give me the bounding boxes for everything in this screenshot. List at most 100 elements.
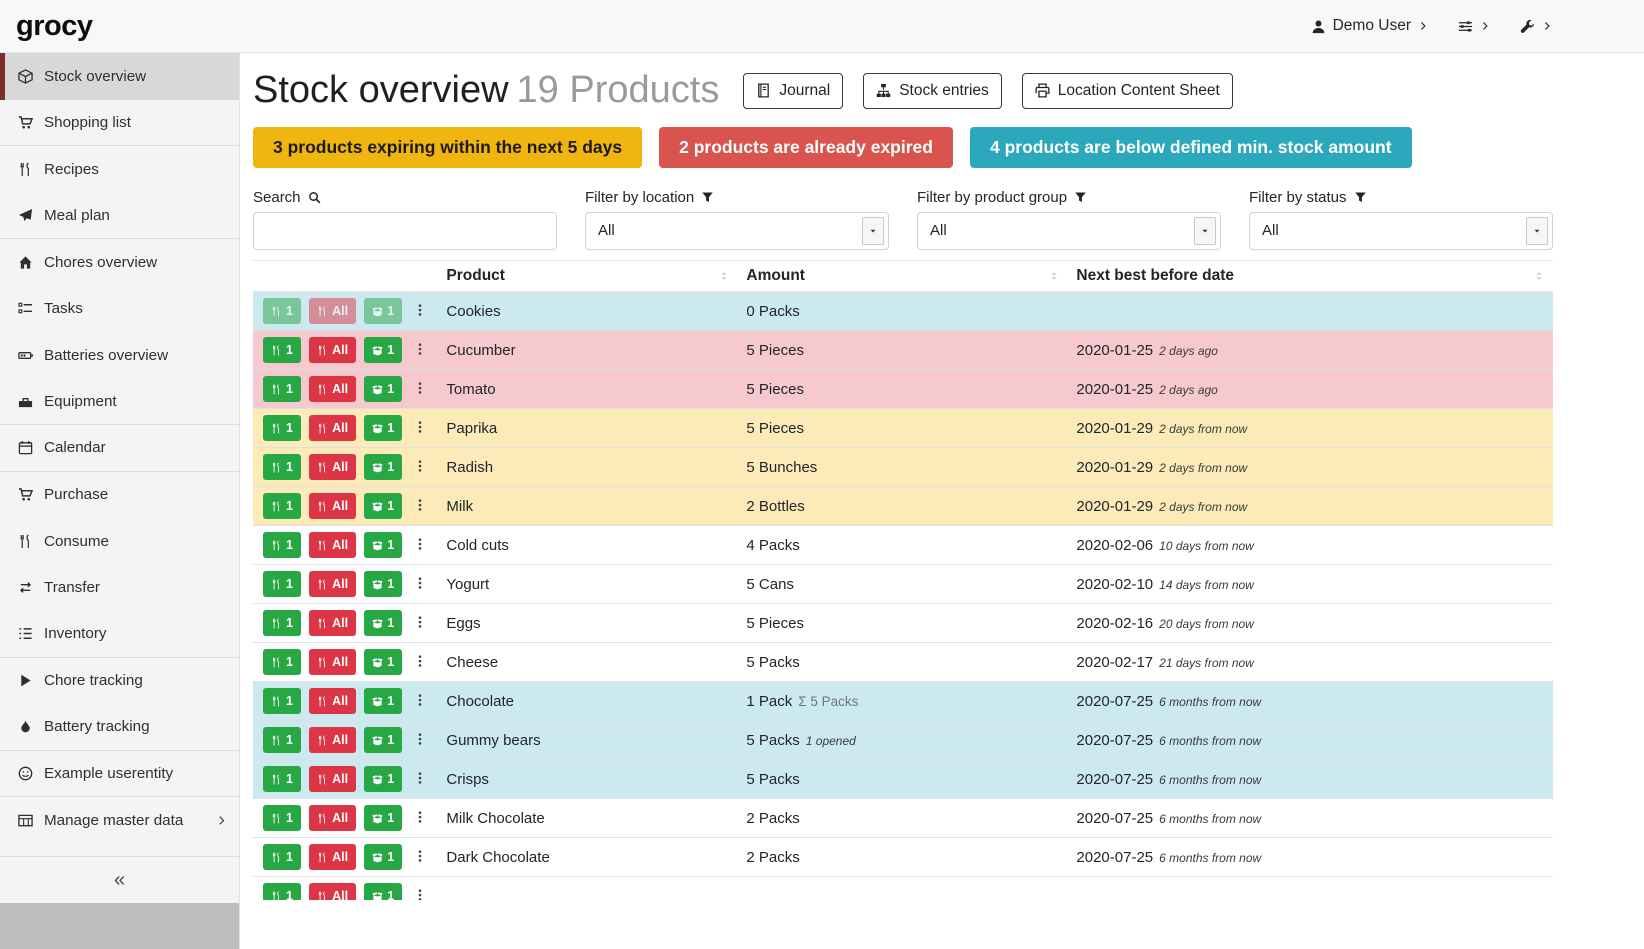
product-column-header[interactable]: Product (438, 261, 738, 292)
consume-one-button[interactable]: 1 (263, 571, 301, 597)
open-one-button[interactable]: 1 (364, 844, 402, 870)
row-menu-button[interactable] (410, 727, 430, 753)
sidebar-item-batteries-overview[interactable]: Batteries overview (0, 332, 239, 379)
location-content-sheet-button[interactable]: Location Content Sheet (1022, 73, 1233, 109)
consume-all-button[interactable]: All (309, 766, 356, 792)
consume-all-button[interactable]: All (309, 493, 356, 519)
sidebar-item-tasks[interactable]: Tasks (0, 286, 239, 333)
settings-menu[interactable] (1458, 19, 1490, 34)
table-row-milk-chocolate[interactable]: 1 All 1 Milk Chocolate 2 Packs 2020-07-2… (253, 799, 1553, 838)
table-row-paprika[interactable]: 1 All 1 Paprika 5 Pieces 2020-01-292 day… (253, 409, 1553, 448)
consume-one-button[interactable]: 1 (263, 883, 301, 900)
sidebar-item-equipment[interactable]: Equipment (0, 379, 239, 426)
consume-all-button[interactable]: All (309, 571, 356, 597)
sidebar-collapse-button[interactable]: « (0, 856, 239, 903)
consume-all-button[interactable]: All (309, 883, 356, 900)
row-menu-button[interactable] (410, 688, 430, 714)
open-one-button[interactable]: 1 (364, 415, 402, 441)
consume-all-button[interactable]: All (309, 454, 356, 480)
consume-one-button[interactable]: 1 (263, 805, 301, 831)
sidebar-item-inventory[interactable]: Inventory (0, 611, 239, 658)
sidebar-item-chores-overview[interactable]: Chores overview (0, 239, 239, 286)
consume-one-button[interactable]: 1 (263, 844, 301, 870)
row-menu-button[interactable] (410, 610, 430, 636)
row-menu-button[interactable] (410, 376, 430, 402)
sidebar-item-meal-plan[interactable]: Meal plan (0, 193, 239, 240)
open-one-button[interactable]: 1 (364, 649, 402, 675)
below-min-stock-alert[interactable]: 4 products are below defined min. stock … (970, 127, 1412, 168)
open-one-button[interactable]: 1 (364, 688, 402, 714)
user-menu[interactable]: Demo User (1311, 17, 1428, 35)
journal-button[interactable]: Journal (743, 73, 843, 109)
consume-one-button[interactable]: 1 (263, 532, 301, 558)
consume-one-button[interactable]: 1 (263, 493, 301, 519)
consume-one-button[interactable]: 1 (263, 727, 301, 753)
sidebar-item-shopping-list[interactable]: Shopping list (0, 100, 239, 147)
consume-one-button[interactable]: 1 (263, 376, 301, 402)
consume-one-button[interactable]: 1 (263, 298, 301, 324)
consume-one-button[interactable]: 1 (263, 688, 301, 714)
consume-one-button[interactable]: 1 (263, 337, 301, 363)
table-row-cucumber[interactable]: 1 All 1 Cucumber 5 Pieces 2020-01-252 da… (253, 331, 1553, 370)
row-menu-button[interactable] (410, 883, 430, 900)
table-row-cold-cuts[interactable]: 1 All 1 Cold cuts 4 Packs 2020-02-0610 d… (253, 526, 1553, 565)
open-one-button[interactable]: 1 (364, 454, 402, 480)
sidebar-item-stock-overview[interactable]: Stock overview (0, 53, 239, 100)
status-filter-select[interactable]: All (1249, 212, 1553, 250)
sidebar-item-transfer[interactable]: Transfer (0, 565, 239, 612)
open-one-button[interactable]: 1 (364, 805, 402, 831)
open-one-button[interactable]: 1 (364, 610, 402, 636)
consume-all-button[interactable]: All (309, 844, 356, 870)
row-menu-button[interactable] (410, 844, 430, 870)
consume-all-button[interactable]: All (309, 298, 356, 324)
sidebar-item-manage-master-data[interactable]: Manage master data (0, 797, 239, 844)
open-one-button[interactable]: 1 (364, 493, 402, 519)
table-row-chocolate[interactable]: 1 All 1 Chocolate 1 PackΣ 5 Packs 2020-0… (253, 682, 1553, 721)
row-menu-button[interactable] (410, 298, 430, 324)
consume-all-button[interactable]: All (309, 415, 356, 441)
open-one-button[interactable]: 1 (364, 298, 402, 324)
consume-one-button[interactable]: 1 (263, 610, 301, 636)
table-row-dark-chocolate[interactable]: 1 All 1 Dark Chocolate 2 Packs 2020-07-2… (253, 838, 1553, 877)
open-one-button[interactable]: 1 (364, 766, 402, 792)
row-menu-button[interactable] (410, 532, 430, 558)
table-row-radish[interactable]: 1 All 1 Radish 5 Bunches 2020-01-292 day… (253, 448, 1553, 487)
table-row-tomato[interactable]: 1 All 1 Tomato 5 Pieces 2020-01-252 days… (253, 370, 1553, 409)
row-menu-button[interactable] (410, 493, 430, 519)
row-menu-button[interactable] (410, 649, 430, 675)
table-row-cookies[interactable]: 1 All 1 Cookies 0 Packs (253, 292, 1553, 331)
consume-all-button[interactable]: All (309, 610, 356, 636)
row-menu-button[interactable] (410, 805, 430, 831)
table-row-yogurt[interactable]: 1 All 1 Yogurt 5 Cans 2020-02-1014 days … (253, 565, 1553, 604)
table-row-cheese[interactable]: 1 All 1 Cheese 5 Packs 2020-02-1721 days… (253, 643, 1553, 682)
expired-alert[interactable]: 2 products are already expired (659, 127, 953, 168)
consume-all-button[interactable]: All (309, 805, 356, 831)
consume-all-button[interactable]: All (309, 337, 356, 363)
table-row-milk[interactable]: 1 All 1 Milk 2 Bottles 2020-01-292 days … (253, 487, 1553, 526)
stock-entries-button[interactable]: Stock entries (863, 73, 1002, 109)
sidebar-item-purchase[interactable]: Purchase (0, 472, 239, 519)
consume-one-button[interactable]: 1 (263, 649, 301, 675)
sidebar-item-consume[interactable]: Consume (0, 518, 239, 565)
expiring-alert[interactable]: 3 products expiring within the next 5 da… (253, 127, 642, 168)
consume-one-button[interactable]: 1 (263, 766, 301, 792)
consume-all-button[interactable]: All (309, 649, 356, 675)
open-one-button[interactable]: 1 (364, 376, 402, 402)
best-before-column-header[interactable]: Next best before date (1068, 261, 1553, 292)
location-filter-select[interactable]: All (585, 212, 889, 250)
search-input[interactable] (253, 212, 557, 250)
app-logo[interactable]: grocy (16, 10, 92, 43)
table-row-gummy-bears[interactable]: 1 All 1 Gummy bears 5 Packs1 opened 2020… (253, 721, 1553, 760)
consume-all-button[interactable]: All (309, 688, 356, 714)
open-one-button[interactable]: 1 (364, 532, 402, 558)
consume-all-button[interactable]: All (309, 376, 356, 402)
admin-menu[interactable] (1520, 19, 1552, 34)
table-row[interactable]: 1 All 1 (253, 877, 1553, 901)
consume-one-button[interactable]: 1 (263, 454, 301, 480)
product-group-filter-select[interactable]: All (917, 212, 1221, 250)
open-one-button[interactable]: 1 (364, 571, 402, 597)
row-menu-button[interactable] (410, 454, 430, 480)
table-row-crisps[interactable]: 1 All 1 Crisps 5 Packs 2020-07-256 month… (253, 760, 1553, 799)
amount-column-header[interactable]: Amount (738, 261, 1068, 292)
sidebar-item-calendar[interactable]: Calendar (0, 425, 239, 472)
